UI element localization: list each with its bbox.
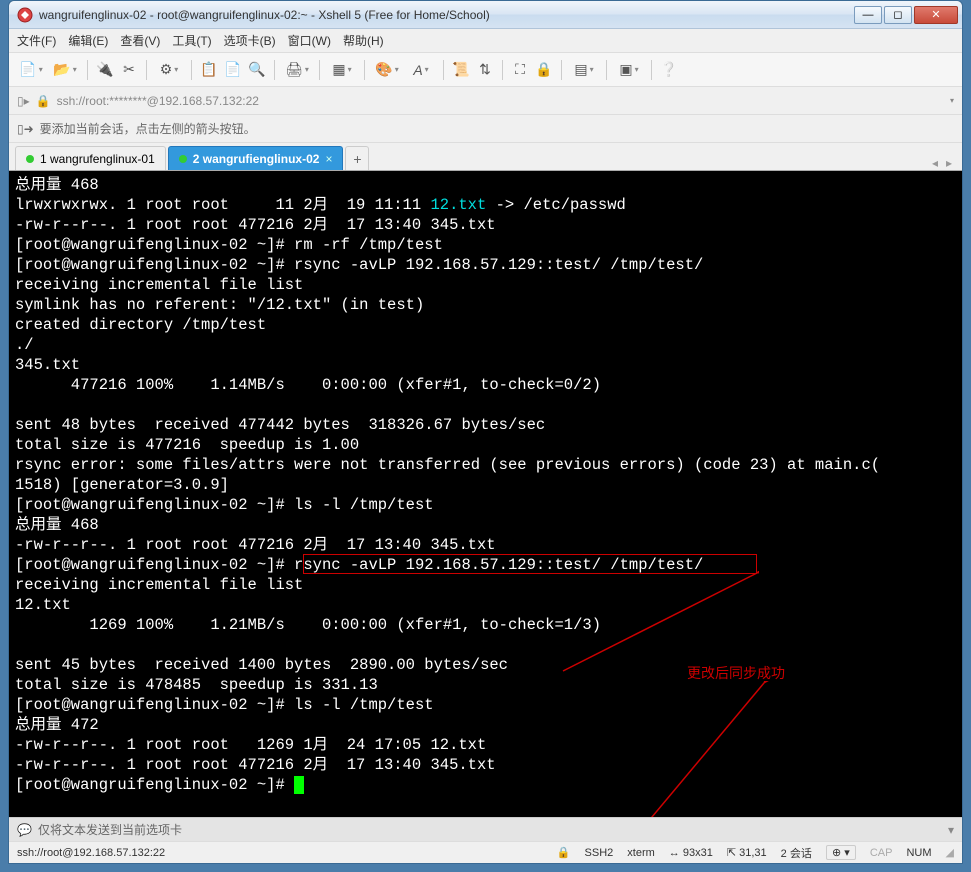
titlebar[interactable]: wangruifenglinux-02 - root@wangruifengli… bbox=[9, 1, 962, 29]
print-button[interactable]: 🖨▾ bbox=[281, 59, 313, 81]
annotation-text: 更改后同步成功 bbox=[687, 665, 785, 685]
script-button[interactable]: 📜 bbox=[450, 59, 472, 81]
tab-label: 1 wangrufenglinux-01 bbox=[40, 152, 155, 166]
tab-next-icon[interactable]: ▸ bbox=[942, 156, 956, 170]
color-button[interactable]: 🎨▾ bbox=[371, 59, 403, 81]
send-icon: 💬 bbox=[17, 823, 32, 837]
help-button[interactable]: ❔ bbox=[658, 59, 680, 81]
annotation-box bbox=[303, 554, 757, 574]
menu-edit[interactable]: 编辑(E) bbox=[68, 32, 108, 49]
tab-prev-icon[interactable]: ◂ bbox=[928, 156, 942, 170]
lock-icon: 🔒 bbox=[36, 94, 51, 108]
toolbar: 📄▾ 📂▾ 🔌 ✂ ⚙▾ 📋 📄 🔍 🖨▾ ▦▾ 🎨▾ A▾ 📜 ⇅ ⛶ 🔒 ▤… bbox=[9, 53, 962, 87]
annotation-arrow-icon bbox=[549, 681, 769, 817]
status-dot-icon bbox=[179, 155, 187, 163]
tab-session-1[interactable]: 1 wangrufenglinux-01 bbox=[15, 146, 166, 170]
paste-button[interactable]: 📄 bbox=[222, 59, 244, 81]
properties-button[interactable]: ⚙▾ bbox=[153, 59, 185, 81]
status-sessions-dropdown-icon[interactable]: ⊕ ▾ bbox=[826, 845, 856, 860]
new-session-button[interactable]: 📄▾ bbox=[15, 59, 47, 81]
terminal-pane[interactable]: 总用量 468 lrwxrwxrwx. 1 root root 11 2月 19… bbox=[9, 171, 962, 817]
address-bar: ▯▸ 🔒 ssh://root:********@192.168.57.132:… bbox=[9, 87, 962, 115]
copy-button[interactable]: 📋 bbox=[198, 59, 220, 81]
fullscreen-button[interactable]: ⛶ bbox=[509, 59, 531, 81]
position-icon: ⇱ bbox=[727, 847, 739, 859]
address-text[interactable]: ssh://root:********@192.168.57.132:22 bbox=[57, 94, 942, 108]
menu-tools[interactable]: 工具(T) bbox=[172, 32, 211, 49]
address-dropdown-icon[interactable]: ▾ bbox=[950, 96, 954, 105]
status-dot-icon bbox=[26, 155, 34, 163]
open-session-button[interactable]: 📂▾ bbox=[49, 59, 81, 81]
menu-help[interactable]: 帮助(H) bbox=[343, 32, 384, 49]
hint-text: 要添加当前会话，点击左侧的箭头按钮。 bbox=[40, 120, 256, 137]
split-button[interactable]: ▤▾ bbox=[568, 59, 600, 81]
find-button[interactable]: 🔍 bbox=[246, 59, 268, 81]
bookmark-icon[interactable]: ▯▸ bbox=[17, 94, 30, 108]
resize-icon: ↔ bbox=[669, 847, 683, 859]
disconnect-button[interactable]: ✂ bbox=[118, 59, 140, 81]
status-resize-grip-icon[interactable]: ◢ bbox=[946, 846, 954, 859]
status-lock-icon: 🔒 bbox=[557, 846, 571, 859]
menu-file[interactable]: 文件(F) bbox=[17, 32, 56, 49]
tile-button[interactable]: ▣▾ bbox=[613, 59, 645, 81]
close-button[interactable]: ✕ bbox=[914, 6, 958, 24]
menu-tabs[interactable]: 选项卡(B) bbox=[224, 32, 276, 49]
window-title: wangruifenglinux-02 - root@wangruifengli… bbox=[39, 8, 854, 22]
transfer-button[interactable]: ⇅ bbox=[474, 59, 496, 81]
tab-session-2[interactable]: 2 wangrufienglinux-02 × bbox=[168, 146, 344, 170]
send-dropdown-icon[interactable]: ▾ bbox=[948, 823, 954, 837]
menu-view[interactable]: 查看(V) bbox=[120, 32, 160, 49]
status-connection: ssh://root@192.168.57.132:22 bbox=[17, 847, 165, 859]
send-bar[interactable]: 💬 仅将文本发送到当前选项卡 ▾ bbox=[9, 817, 962, 841]
status-bar: ssh://root@192.168.57.132:22 🔒 SSH2 xter… bbox=[9, 841, 962, 863]
tab-label: 2 wangrufienglinux-02 bbox=[193, 152, 320, 166]
app-icon bbox=[17, 7, 33, 23]
menubar: 文件(F) 编辑(E) 查看(V) 工具(T) 选项卡(B) 窗口(W) 帮助(… bbox=[9, 29, 962, 53]
status-protocol: SSH2 bbox=[585, 847, 614, 859]
tab-add-button[interactable]: + bbox=[345, 146, 369, 170]
menu-window[interactable]: 窗口(W) bbox=[288, 32, 331, 49]
hint-bar: ▯➜ 要添加当前会话，点击左侧的箭头按钮。 bbox=[9, 115, 962, 143]
tab-strip: 1 wangrufenglinux-01 2 wangrufienglinux-… bbox=[9, 143, 962, 171]
layout-button[interactable]: ▦▾ bbox=[326, 59, 358, 81]
maximize-button[interactable]: ◻ bbox=[884, 6, 912, 24]
reconnect-button[interactable]: 🔌 bbox=[94, 59, 116, 81]
status-cursor-pos: ⇱ 31,31 bbox=[727, 846, 767, 859]
status-sessions: 2 会话 bbox=[781, 845, 812, 861]
font-button[interactable]: A▾ bbox=[405, 59, 437, 81]
status-termtype: xterm bbox=[627, 847, 655, 859]
lock-button[interactable]: 🔒 bbox=[533, 59, 555, 81]
hint-add-icon[interactable]: ▯➜ bbox=[17, 122, 34, 136]
status-num: NUM bbox=[906, 847, 931, 859]
status-cap: CAP bbox=[870, 847, 893, 859]
tab-close-icon[interactable]: × bbox=[325, 152, 332, 166]
app-window: wangruifenglinux-02 - root@wangruifengli… bbox=[8, 0, 963, 864]
minimize-button[interactable]: — bbox=[854, 6, 882, 24]
status-size: ↔ 93x31 bbox=[669, 847, 713, 859]
send-text: 仅将文本发送到当前选项卡 bbox=[38, 821, 182, 838]
